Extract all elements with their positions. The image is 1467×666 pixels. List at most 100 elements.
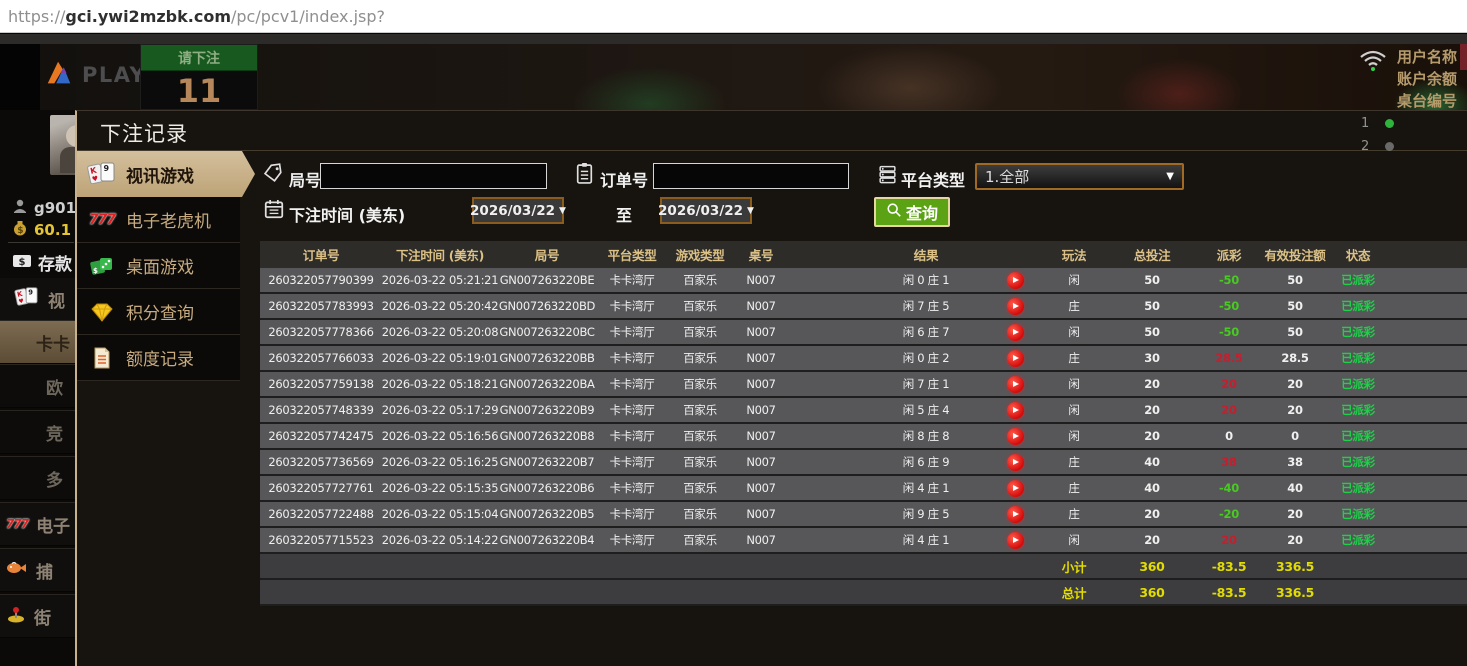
cell-filler bbox=[1388, 476, 1467, 500]
cell-table-no: N007 bbox=[732, 476, 790, 500]
cell-platform: 卡卡湾厅 bbox=[596, 346, 668, 370]
modal-menu: K♥9 视讯游戏 777 电子老虎机 $ 桌面游戏 积分查询 额度记录 bbox=[77, 151, 240, 381]
cell-table-no: N007 bbox=[732, 502, 790, 526]
menu-item-slots[interactable]: 777 电子老虎机 bbox=[77, 197, 240, 243]
cell-round-no: GN007263220B5 bbox=[498, 502, 596, 526]
cell-filler bbox=[1388, 320, 1467, 344]
date-to-value: 2026/03/22 bbox=[658, 203, 743, 219]
menu-item-label: 电子老虎机 bbox=[126, 207, 211, 232]
cell-round-no: GN007263220BA bbox=[498, 372, 596, 396]
balance-label: 账户余额 bbox=[1397, 68, 1457, 89]
play-icon bbox=[1013, 381, 1019, 387]
cell-total-bet: 40 bbox=[1108, 450, 1196, 474]
menu-item-table-games[interactable]: $ 桌面游戏 bbox=[77, 243, 240, 289]
cell-game-type: 百家乐 bbox=[668, 268, 732, 292]
round-no-input[interactable] bbox=[320, 163, 547, 189]
cell-table-no: N007 bbox=[732, 294, 790, 318]
cell-round-no: GN007263220BE bbox=[498, 268, 596, 292]
date-to-picker[interactable]: 2026/03/22 ▼ bbox=[660, 197, 752, 224]
order-no-label: 订单号 bbox=[600, 167, 648, 191]
total-valid-bet: 336.5 bbox=[1262, 580, 1328, 604]
cell-bet-time: 2026-03-22 05:16:56 bbox=[382, 424, 498, 448]
slots-777-icon: 777 bbox=[6, 517, 28, 531]
cell-bet-time: 2026-03-22 05:20:42 bbox=[382, 294, 498, 318]
platform-type-select[interactable]: 1.全部 ▼ bbox=[975, 163, 1184, 190]
play-video-button[interactable] bbox=[1007, 298, 1024, 315]
play-video-button[interactable] bbox=[1007, 350, 1024, 367]
cell-round-no: GN007263220B4 bbox=[498, 528, 596, 552]
play-video-button[interactable] bbox=[1007, 532, 1024, 549]
url-path: /pc/pcv1/index.jsp? bbox=[231, 7, 385, 26]
cell-table-no: N007 bbox=[732, 268, 790, 292]
table-row: 260322057759138 2026-03-22 05:18:21 GN00… bbox=[260, 372, 1467, 398]
cell-platform: 卡卡湾厅 bbox=[596, 528, 668, 552]
menu-item-label: 积分查询 bbox=[126, 299, 194, 324]
cell-round-no: GN007263220B8 bbox=[498, 424, 596, 448]
cell-valid-bet: 20 bbox=[1262, 372, 1328, 396]
cell-platform: 卡卡湾厅 bbox=[596, 294, 668, 318]
menu-item-video-games[interactable]: K♥9 视讯游戏 bbox=[77, 151, 255, 197]
bet-timer: 请下注 11 bbox=[140, 44, 258, 110]
col-header-payout: 派彩 bbox=[1196, 241, 1262, 268]
cell-total-bet: 40 bbox=[1108, 476, 1196, 500]
cell-play: 闲 bbox=[1040, 528, 1108, 552]
play-video-button[interactable] bbox=[1007, 376, 1024, 393]
query-button[interactable]: 查询 bbox=[874, 197, 950, 227]
play-video-button[interactable] bbox=[1007, 402, 1024, 419]
col-header-valid-bet: 有效投注额 bbox=[1262, 241, 1328, 268]
deposit-button[interactable]: $ 存款 bbox=[12, 250, 72, 275]
cards-icon: K♥9 bbox=[14, 286, 40, 313]
cell-table-no: N007 bbox=[732, 346, 790, 370]
cell-bet-time: 2026-03-22 05:21:21 bbox=[382, 268, 498, 292]
cell-payout: 20 bbox=[1196, 398, 1262, 422]
cell-game-type: 百家乐 bbox=[668, 528, 732, 552]
browser-address-bar[interactable]: https://gci.ywi2mzbk.com/pc/pcv1/index.j… bbox=[0, 0, 1467, 33]
cell-round-no: GN007263220BD bbox=[498, 294, 596, 318]
stream-mark-1: 1 bbox=[1361, 116, 1369, 131]
cell-status: 已派彩 bbox=[1328, 294, 1388, 318]
table-header-row: 订单号 下注时间 (美东) 局号 平台类型 游戏类型 桌号 结果 玩法 总投注 … bbox=[260, 241, 1467, 268]
cell-order-no: 260322057778366 bbox=[260, 320, 382, 344]
bet-timer-label: 请下注 bbox=[141, 45, 257, 71]
col-header-bet-time: 下注时间 (美东) bbox=[382, 241, 498, 268]
cell-order-no: 260322057736569 bbox=[260, 450, 382, 474]
play-video-button[interactable] bbox=[1007, 454, 1024, 471]
cell-round-no: GN007263220BC bbox=[498, 320, 596, 344]
cell-video bbox=[990, 346, 1040, 370]
caret-down-icon: ▼ bbox=[559, 206, 566, 216]
cell-game-type: 百家乐 bbox=[668, 320, 732, 344]
bet-records-table: 订单号 下注时间 (美东) 局号 平台类型 游戏类型 桌号 结果 玩法 总投注 … bbox=[260, 241, 1467, 606]
cell-game-type: 百家乐 bbox=[668, 346, 732, 370]
menu-item-points[interactable]: 积分查询 bbox=[77, 289, 240, 335]
table-row: 260322057722488 2026-03-22 05:15:04 GN00… bbox=[260, 502, 1467, 528]
cell-filler bbox=[1388, 294, 1467, 318]
cell-platform: 卡卡湾厅 bbox=[596, 450, 668, 474]
cell-total-bet: 20 bbox=[1108, 372, 1196, 396]
cell-table-no: N007 bbox=[732, 528, 790, 552]
play-video-button[interactable] bbox=[1007, 506, 1024, 523]
date-from-picker[interactable]: 2026/03/22 ▼ bbox=[472, 197, 564, 224]
menu-item-credit-records[interactable]: 额度记录 bbox=[77, 335, 240, 381]
cell-order-no: 260322057790399 bbox=[260, 268, 382, 292]
green-dot-icon bbox=[1385, 119, 1394, 128]
cell-game-type: 百家乐 bbox=[668, 476, 732, 500]
cell-play: 庄 bbox=[1040, 476, 1108, 500]
play-video-button[interactable] bbox=[1007, 428, 1024, 445]
play-video-button[interactable] bbox=[1007, 272, 1024, 289]
account-panel: 用户名称 账户余额 桌台编号 bbox=[1355, 44, 1467, 110]
cell-bet-time: 2026-03-22 05:20:08 bbox=[382, 320, 498, 344]
cell-order-no: 260322057748339 bbox=[260, 398, 382, 422]
cell-platform: 卡卡湾厅 bbox=[596, 398, 668, 422]
caret-down-icon: ▼ bbox=[1166, 171, 1174, 182]
divider bbox=[77, 150, 1467, 151]
col-header-status: 状态 bbox=[1328, 241, 1388, 268]
cell-play: 庄 bbox=[1040, 294, 1108, 318]
cell-filler bbox=[1388, 502, 1467, 526]
cell-valid-bet: 50 bbox=[1262, 268, 1328, 292]
bet-timer-countdown: 11 bbox=[141, 71, 257, 111]
col-header-result: 结果 bbox=[790, 241, 990, 268]
play-video-button[interactable] bbox=[1007, 480, 1024, 497]
play-video-button[interactable] bbox=[1007, 324, 1024, 341]
order-no-input[interactable] bbox=[653, 163, 849, 189]
cell-game-type: 百家乐 bbox=[668, 450, 732, 474]
